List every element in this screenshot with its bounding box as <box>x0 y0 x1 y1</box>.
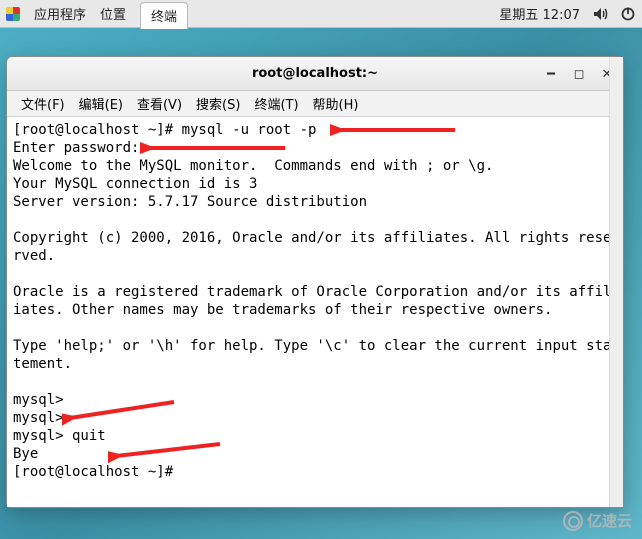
menu-search[interactable]: 搜索(S) <box>190 92 246 115</box>
applications-menu[interactable]: 应用程序 <box>34 4 86 23</box>
desktop-top-bar: 应用程序 位置 终端 星期五 12:07 <box>0 0 642 28</box>
watermark-text: 亿速云 <box>587 510 632 531</box>
active-app-tab[interactable]: 终端 <box>140 2 188 29</box>
menu-view[interactable]: 查看(V) <box>131 92 188 115</box>
terminal-scrollbar[interactable] <box>609 57 623 507</box>
menu-terminal[interactable]: 终端(T) <box>248 92 304 115</box>
activities-icon[interactable] <box>6 7 20 21</box>
terminal-window: root@localhost:~ ━ ◻ ✕ 文件(F) 编辑(E) 查看(V)… <box>6 56 624 508</box>
terminal-output[interactable]: [root@localhost ~]# mysql -u root -p Ent… <box>7 117 623 507</box>
maximize-button[interactable]: ◻ <box>569 64 589 84</box>
window-menubar: 文件(F) 编辑(E) 查看(V) 搜索(S) 终端(T) 帮助(H) <box>7 91 623 117</box>
power-icon[interactable] <box>620 6 636 22</box>
menu-help[interactable]: 帮助(H) <box>307 92 365 115</box>
watermark: 亿速云 <box>563 510 632 531</box>
clock-label[interactable]: 星期五 12:07 <box>499 4 580 23</box>
watermark-icon <box>563 511 583 531</box>
window-titlebar[interactable]: root@localhost:~ ━ ◻ ✕ <box>7 57 623 91</box>
volume-icon[interactable] <box>592 6 608 22</box>
menu-file[interactable]: 文件(F) <box>15 92 71 115</box>
minimize-button[interactable]: ━ <box>541 64 561 84</box>
menu-edit[interactable]: 编辑(E) <box>73 92 129 115</box>
places-menu[interactable]: 位置 <box>100 4 126 23</box>
window-title: root@localhost:~ <box>252 66 378 81</box>
